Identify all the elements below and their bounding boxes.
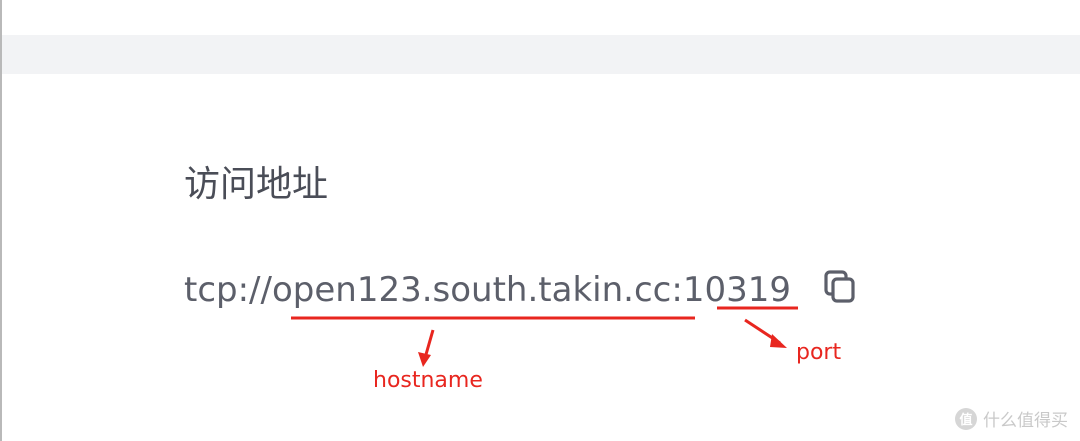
page: 访问地址 tcp://open123.south.takin.cc:10319 … — [0, 0, 1080, 441]
hostname-arrow-shaft — [423, 329, 435, 359]
address-hostname: open123.south.takin.cc — [271, 270, 672, 310]
copy-icon[interactable] — [822, 268, 858, 304]
hostname-annotation-label: hostname — [373, 368, 483, 393]
address-port: 10319 — [682, 270, 791, 310]
address-row: tcp://open123.south.takin.cc:10319 — [184, 262, 791, 318]
top-band — [2, 35, 1080, 74]
watermark: 值 什么值得买 — [955, 406, 1068, 431]
hostname-arrow-head — [418, 352, 431, 367]
port-arrow-head — [770, 334, 787, 348]
section-title: 访问地址 — [184, 164, 329, 205]
port-arrow-shaft — [744, 318, 781, 345]
watermark-logo-icon: 值 — [955, 407, 977, 430]
watermark-text: 什么值得买 — [983, 411, 1068, 431]
address-separator: : — [671, 270, 683, 310]
port-annotation-label: port — [796, 340, 842, 365]
address-scheme: tcp:// — [184, 270, 272, 310]
